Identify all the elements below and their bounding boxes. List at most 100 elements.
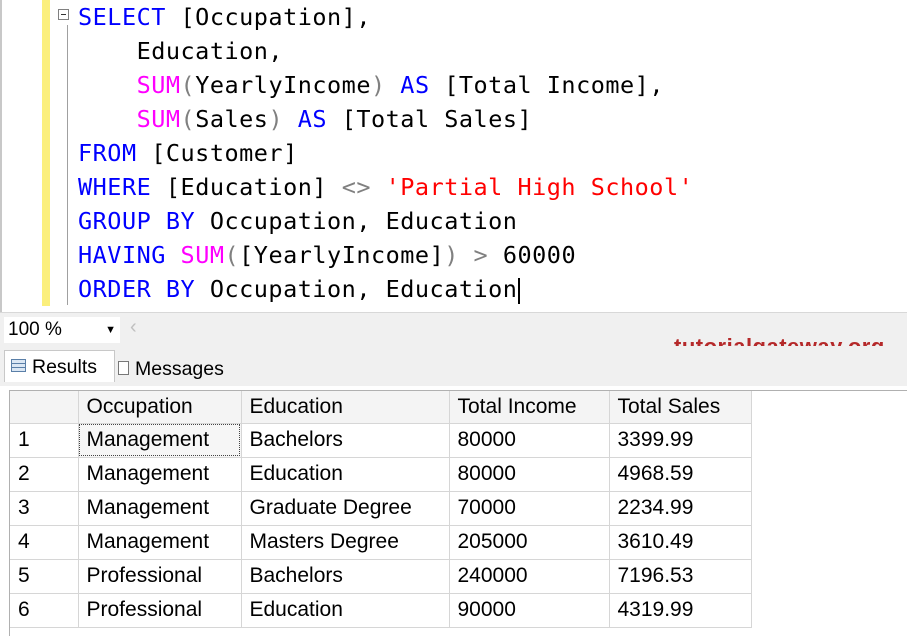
row-number[interactable]: 5 (10, 559, 79, 594)
zoom-dropdown[interactable]: 100 % ▼ (4, 317, 120, 343)
tab-results[interactable]: Results (4, 350, 115, 382)
code-token: ( (180, 105, 196, 133)
row-header-corner[interactable] (10, 391, 79, 424)
code-line[interactable]: FROM [Customer] (78, 136, 298, 170)
change-tracking-margin (42, 0, 50, 306)
column-header[interactable]: Total Income (449, 391, 610, 424)
table-cell[interactable]: 2234.99 (609, 491, 752, 526)
code-token: [Total Sales] (327, 105, 533, 133)
table-cell[interactable]: Professional (78, 559, 242, 594)
table-cell[interactable]: Education (241, 457, 450, 492)
code-token: [Education] (151, 173, 342, 201)
table-cell[interactable]: Graduate Degree (241, 491, 450, 526)
column-header[interactable]: Total Sales (609, 391, 752, 424)
code-token: [YearlyIncome] (239, 241, 445, 269)
table-cell[interactable]: Bachelors (241, 559, 450, 594)
code-line[interactable]: WHERE [Education] <> 'Partial High Schoo… (78, 170, 693, 204)
row-number[interactable]: 2 (10, 457, 79, 492)
code-token: Education, (78, 37, 284, 65)
column-header[interactable]: Education (241, 391, 450, 424)
code-token: GROUP BY (78, 207, 196, 235)
text-caret (518, 277, 521, 304)
grid-body: 1 Management Bachelors 80000 3399.99 2 Managem… (10, 423, 752, 628)
scroll-left-icon[interactable]: ‹ (130, 316, 137, 339)
code-line[interactable]: SELECT [Occupation], (78, 0, 371, 34)
row-number[interactable]: 1 (10, 423, 79, 458)
code-token: 'Partial High School' (385, 173, 694, 201)
tab-messages-label: Messages (135, 358, 224, 380)
code-line[interactable]: SUM(YearlyIncome) AS [Total Income], (78, 68, 664, 102)
sql-editor[interactable]: SELECT [Occupation], Education, SUM(Year… (0, 0, 907, 312)
table-cell[interactable]: Professional (78, 593, 242, 628)
code-token: SUM (180, 241, 225, 269)
code-token: Occupation, Education (195, 275, 518, 303)
table-cell[interactable]: Management (78, 457, 242, 492)
code-token: ( (224, 241, 240, 269)
code-line[interactable]: GROUP BY Occupation, Education (78, 204, 517, 238)
table-row[interactable]: 6 Professional Education 90000 4319.99 (10, 593, 752, 628)
code-token: SUM (136, 105, 181, 133)
code-token: HAVING (78, 241, 166, 269)
table-cell[interactable]: 70000 (449, 491, 610, 526)
table-row[interactable]: 3 Management Graduate Degree 70000 2234.99 (10, 491, 752, 526)
code-token: [Occupation], (165, 3, 371, 31)
column-header[interactable]: Occupation (78, 391, 242, 424)
code-token: 60000 (488, 241, 577, 269)
table-cell[interactable]: Education (241, 593, 450, 628)
code-token: ) (444, 241, 459, 269)
results-grid-area: Occupation Education Total Income Total Sal… (0, 386, 907, 636)
table-row[interactable]: 2 Management Education 80000 4968.59 (10, 457, 752, 492)
table-cell[interactable]: Management (78, 491, 242, 526)
code-token: YearlyIncome (195, 71, 371, 99)
tab-messages[interactable]: Messages (116, 353, 242, 385)
code-token: AS (400, 71, 430, 99)
collapse-toggle-icon[interactable] (58, 9, 69, 20)
code-token: SELECT (78, 3, 166, 31)
table-cell[interactable]: 205000 (449, 525, 610, 560)
results-grid[interactable]: Occupation Education Total Income Total Sal… (10, 391, 752, 628)
outline-fold-line (67, 25, 68, 305)
table-cell[interactable]: 80000 (449, 423, 610, 458)
code-token: SUM (136, 71, 181, 99)
code-token: ) (268, 105, 284, 133)
code-token: ORDER BY (78, 275, 196, 303)
code-line[interactable]: HAVING SUM([YearlyIncome]) > 60000 (78, 238, 576, 272)
code-token: > (473, 241, 489, 269)
table-cell[interactable]: 4319.99 (609, 593, 752, 628)
table-cell[interactable]: 80000 (449, 457, 610, 492)
table-cell[interactable]: Management (78, 423, 242, 458)
table-cell[interactable]: 7196.53 (609, 559, 752, 594)
table-cell[interactable]: 4968.59 (609, 457, 752, 492)
table-cell[interactable]: 3399.99 (609, 423, 752, 458)
code-token: ) (370, 71, 386, 99)
tab-results-label: Results (32, 356, 98, 378)
table-cell[interactable]: 90000 (449, 593, 610, 628)
code-token: <> (341, 173, 371, 201)
table-cell[interactable]: 240000 (449, 559, 610, 594)
row-number[interactable]: 3 (10, 491, 79, 526)
table-row[interactable]: 4 Management Masters Degree 205000 3610.49 (10, 525, 752, 560)
table-row[interactable]: 5 Professional Bachelors 240000 7196.53 (10, 559, 752, 594)
table-cell[interactable]: Masters Degree (241, 525, 450, 560)
table-cell[interactable]: 3610.49 (609, 525, 752, 560)
grid-icon (11, 359, 26, 373)
code-token: Occupation, Education (195, 207, 518, 235)
code-token: Sales (195, 105, 269, 133)
code-token: AS (297, 105, 328, 133)
code-line[interactable]: ORDER BY Occupation, Education (78, 272, 521, 306)
chevron-down-icon[interactable]: ▼ (105, 317, 116, 343)
code-token: [Total Income], (429, 71, 664, 99)
code-line[interactable]: Education, (78, 34, 283, 68)
table-cell[interactable]: Management (78, 525, 242, 560)
editor-left-border (0, 0, 2, 312)
row-number[interactable]: 6 (10, 593, 79, 628)
row-number[interactable]: 4 (10, 525, 79, 560)
table-cell[interactable]: Bachelors (241, 423, 450, 458)
table-row[interactable]: 1 Management Bachelors 80000 3399.99 (10, 423, 752, 458)
code-line[interactable]: SUM(Sales) AS [Total Sales] (78, 102, 532, 136)
